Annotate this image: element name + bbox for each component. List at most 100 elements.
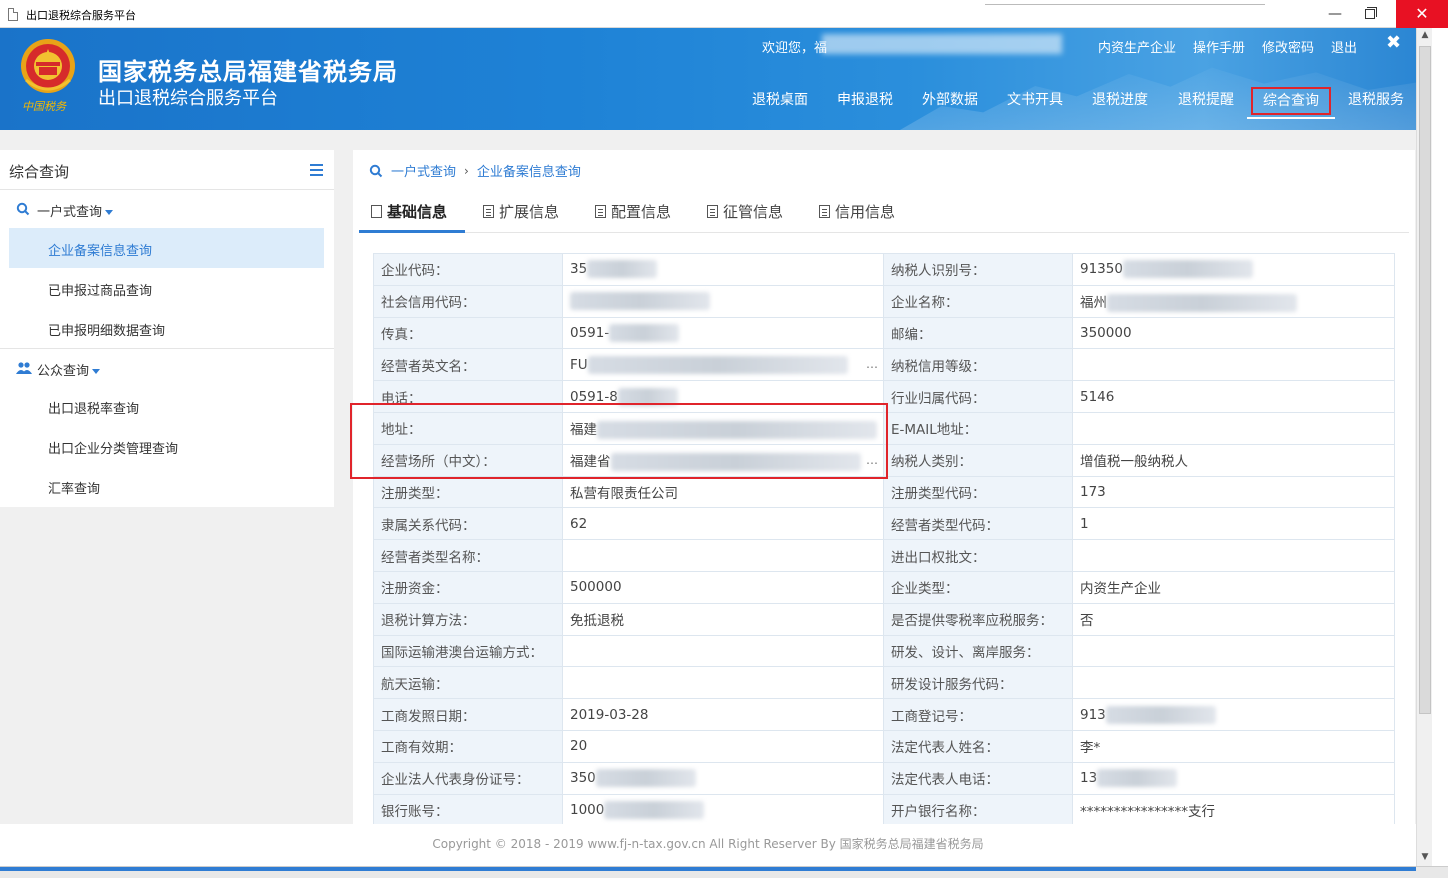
redacted-value (1122, 260, 1253, 279)
field-value: 否 (1072, 602, 1395, 636)
nav-refund-progress[interactable]: 退税进度 (1082, 90, 1158, 120)
redacted-value (570, 292, 710, 311)
scrollbar-thumb[interactable] (1419, 46, 1431, 714)
tab-extended-info[interactable]: 扩展信息 (471, 196, 559, 233)
menu-toggle-icon[interactable] (310, 164, 323, 176)
link-logout[interactable]: 退出 (1331, 37, 1357, 56)
nav-external-data[interactable]: 外部数据 (912, 90, 988, 120)
users-icon (16, 362, 32, 374)
scroll-up-icon[interactable]: ▲ (1419, 30, 1431, 42)
field-value (1072, 411, 1395, 445)
field-value (1072, 634, 1395, 668)
redacted-value (597, 420, 877, 439)
field-value: 1000 (562, 793, 884, 824)
field-label: 地址： (373, 411, 563, 445)
document-icon (483, 205, 494, 218)
field-label: 经营者英文名： (373, 348, 563, 382)
sidebar-group-single-query[interactable]: 一户式查询 (0, 190, 334, 228)
sidebar-group-public-query[interactable]: 公众查询 (0, 348, 334, 386)
org-name: 国家税务总局福建省税务局 (98, 58, 398, 86)
sidebar-item-declared-goods[interactable]: 已申报过商品查询 (0, 268, 334, 308)
sidebar-item-declared-details[interactable]: 已申报明细数据查询 (0, 308, 334, 348)
top-links: 内资生产企业 操作手册 修改密码 退出 (1098, 37, 1357, 56)
sidebar-header: 综合查询 (0, 150, 334, 190)
sidebar-item-label: 企业备案信息查询 (48, 244, 153, 259)
sidebar-item-enterprise-filing[interactable]: 企业备案信息查询 (9, 228, 324, 268)
table-row: 航天运输： 研发设计服务代码： (373, 666, 1395, 700)
field-label: 经营者类型代码： (883, 507, 1073, 541)
document-icon (819, 205, 830, 218)
field-value: 13 (1072, 761, 1395, 795)
table-row: 经营者英文名： FU… 纳税信用等级： (373, 348, 1395, 382)
field-label: 纳税人类别： (883, 443, 1073, 477)
field-label: 国际运输港澳台运输方式： (373, 634, 563, 668)
progress-strip (0, 867, 1416, 871)
redacted-value (587, 260, 658, 279)
field-label: 邮编： (883, 316, 1073, 350)
field-label: 注册类型代码： (883, 475, 1073, 509)
tab-credit-info[interactable]: 信用信息 (807, 196, 895, 233)
field-value: 内资生产企业 (1072, 570, 1395, 604)
nav-refund-reminder[interactable]: 退税提醒 (1168, 90, 1244, 120)
field-value: 500000 (562, 570, 884, 604)
table-row: 电话： 0591-8 行业归属代码： 5146 (373, 380, 1395, 413)
field-label: 法定代表人电话： (883, 761, 1073, 795)
field-label: 注册资金： (373, 570, 563, 604)
breadcrumb-current: 企业备案信息查询 (476, 165, 581, 180)
field-value (562, 634, 884, 668)
document-icon (707, 205, 718, 218)
fullscreen-icon[interactable]: ✖ (1386, 32, 1401, 53)
tab-tax-admin-info[interactable]: 征管信息 (695, 196, 783, 233)
tax-emblem-icon (21, 39, 75, 93)
nav-refund-service[interactable]: 退税服务 (1338, 90, 1414, 120)
table-row: 银行账号： 1000 开户银行名称： ****************支行 (373, 793, 1395, 824)
tab-config-info[interactable]: 配置信息 (583, 196, 671, 233)
field-value: 0591-8 (562, 380, 884, 413)
sidebar-group-label: 一户式查询 (37, 201, 114, 220)
field-label: 研发、设计、离岸服务： (883, 634, 1073, 668)
table-row: 经营场所（中文）： 福建省… 纳税人类别： 增值税一般纳税人 (373, 443, 1395, 477)
sidebar-item-refund-rate[interactable]: 出口退税率查询 (0, 386, 334, 426)
search-icon (369, 164, 383, 177)
document-icon (371, 205, 382, 218)
field-label: 工商发照日期： (373, 698, 563, 731)
field-value: 福州 (1072, 284, 1395, 318)
breadcrumb-root[interactable]: 一户式查询 (391, 161, 456, 180)
field-label: 航天运输： (373, 666, 563, 700)
sidebar-item-label: 已申报明细数据查询 (48, 324, 166, 339)
link-manual[interactable]: 操作手册 (1193, 37, 1245, 56)
scroll-down-icon[interactable]: ▼ (1419, 852, 1431, 864)
table-row: 注册类型： 私营有限责任公司 注册类型代码： 173 (373, 475, 1395, 509)
field-value: 免抵退税 (562, 602, 884, 636)
tab-basic-info[interactable]: 基础信息 (359, 196, 465, 233)
basic-info-table: 企业代码： 35 纳税人识别号： 91350 社会信用代码： 企业名称： 福州 传真： 0591… (373, 253, 1395, 824)
field-label: 传真： (373, 316, 563, 350)
close-window-button[interactable]: ✕ (1396, 0, 1448, 28)
titlebar-divider (985, 4, 1265, 5)
field-label: 是否提供零税率应税服务： (883, 602, 1073, 636)
maximize-button[interactable] (1352, 0, 1390, 28)
link-change-password[interactable]: 修改密码 (1262, 37, 1314, 56)
username-redacted (822, 34, 1062, 54)
field-label: 企业代码： (373, 253, 563, 286)
nav-declare-refund[interactable]: 申报退税 (827, 90, 903, 120)
minimize-button[interactable]: — (1316, 0, 1354, 28)
field-label: 纳税人识别号： (883, 253, 1073, 286)
footer: Copyright © 2018 - 2019 www.fj-n-tax.gov… (0, 824, 1416, 866)
link-enterprise-type[interactable]: 内资生产企业 (1098, 37, 1176, 56)
field-label: 企业法人代表身份证号： (373, 761, 563, 795)
field-value (1072, 539, 1395, 572)
window-edge (1432, 28, 1448, 866)
table-row: 传真： 0591- 邮编： 350000 (373, 316, 1395, 350)
sidebar-item-exchange-rate[interactable]: 汇率查询 (0, 466, 334, 506)
field-label: 退税计算方法： (373, 602, 563, 636)
table-row: 隶属关系代码： 62 经营者类型代码： 1 (373, 507, 1395, 541)
window-titlebar: 出口退税综合服务平台 — ✕ (0, 0, 1448, 28)
field-value: 350000 (1072, 316, 1395, 350)
sidebar-item-classification[interactable]: 出口企业分类管理查询 (0, 426, 334, 466)
vertical-scrollbar[interactable]: ▲ ▼ (1416, 28, 1432, 866)
nav-comprehensive-query[interactable]: 综合查询 (1247, 87, 1335, 119)
field-value: 91350 (1072, 253, 1395, 286)
nav-tax-desktop[interactable]: 退税桌面 (742, 90, 818, 120)
nav-documents[interactable]: 文书开具 (997, 90, 1073, 120)
